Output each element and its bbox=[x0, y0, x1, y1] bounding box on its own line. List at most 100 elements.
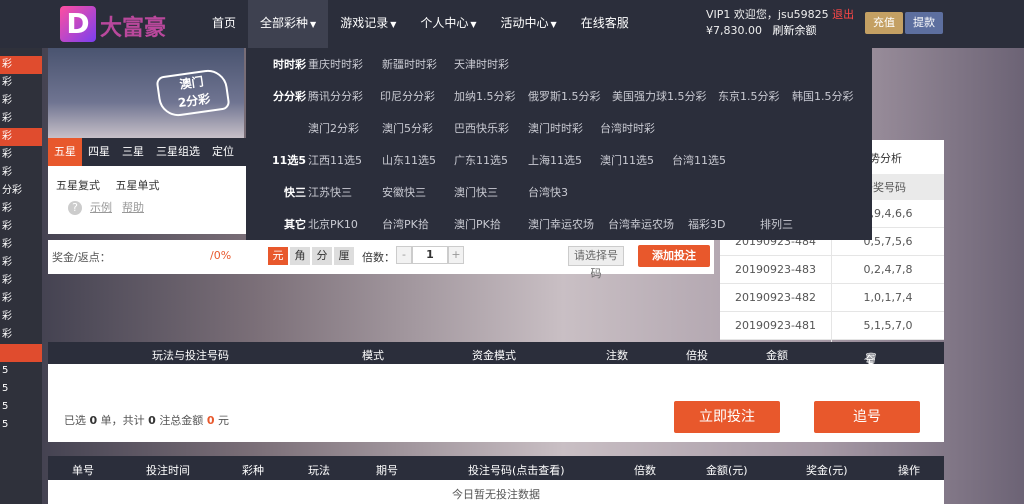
unit-li-button[interactable]: 厘 bbox=[334, 247, 354, 265]
lottery-link[interactable]: 澳门时时彩 bbox=[528, 120, 583, 136]
bet-summary: 已选 0 单，共计 0 注总金额 0 元 bbox=[64, 414, 229, 427]
lottery-link[interactable]: 重庆时时彩 bbox=[308, 56, 363, 72]
sidebar-item[interactable]: 5 bbox=[0, 398, 42, 416]
sidebar-item[interactable]: 彩 bbox=[0, 272, 42, 290]
chase-number-button[interactable]: 追号 bbox=[814, 401, 920, 433]
tab-position[interactable]: 定位 bbox=[206, 138, 240, 166]
tab-five-star[interactable]: 五星 bbox=[48, 138, 82, 166]
sidebar-item[interactable]: 5 bbox=[0, 362, 42, 380]
lottery-link[interactable]: 台湾时时彩 bbox=[600, 120, 655, 136]
lottery-link[interactable]: 台湾11选5 bbox=[672, 152, 726, 168]
lottery-link[interactable]: 澳门2分彩 bbox=[308, 120, 359, 136]
nav-personal-center[interactable]: 个人中心 ▼ bbox=[408, 0, 488, 48]
lottery-link[interactable]: 澳门5分彩 bbox=[382, 120, 433, 136]
play-tabs: 五星 四星 三星 三星组选 定位 bbox=[48, 138, 246, 166]
lottery-link[interactable]: 东京1.5分彩 bbox=[718, 88, 780, 104]
sidebar-item[interactable]: 彩 bbox=[0, 326, 42, 344]
question-icon: ? bbox=[68, 201, 82, 215]
tab-three-star-group[interactable]: 三星组选 bbox=[150, 138, 206, 166]
sidebar-item[interactable]: 5 bbox=[0, 380, 42, 398]
result-row: 20190923-483 0,2,4,7,8 bbox=[720, 256, 944, 291]
empty-message: 今日暂无投注数据 bbox=[452, 488, 540, 501]
lottery-link[interactable]: 美国强力球1.5分彩 bbox=[612, 88, 707, 104]
sidebar-item[interactable]: 分彩 bbox=[0, 182, 42, 200]
nav-all-lotteries[interactable]: 全部彩种 ▼ bbox=[248, 0, 329, 48]
nav-home[interactable]: 首页 bbox=[200, 0, 248, 48]
balance: ¥7,830.00 bbox=[706, 24, 762, 37]
logo-mark: D bbox=[60, 6, 96, 42]
sidebar-item[interactable]: 彩 bbox=[0, 308, 42, 326]
lottery-link[interactable]: 澳门幸运农场 bbox=[528, 216, 594, 232]
lottery-link[interactable]: 排列三 bbox=[760, 216, 793, 232]
sidebar-item[interactable]: 彩 bbox=[0, 164, 42, 182]
submit-bet-button[interactable]: 立即投注 bbox=[674, 401, 780, 433]
sidebar-item[interactable]: 5 bbox=[0, 416, 42, 434]
subtype-five-star-single[interactable]: 五星单式 bbox=[116, 179, 160, 192]
lottery-link[interactable]: 澳门快三 bbox=[454, 184, 498, 200]
sidebar-item[interactable]: 彩 bbox=[0, 200, 42, 218]
lottery-link[interactable]: 江西11选5 bbox=[308, 152, 362, 168]
unit-yuan-button[interactable]: 元 bbox=[268, 247, 288, 265]
lottery-link[interactable]: 江苏快三 bbox=[308, 184, 352, 200]
help-link[interactable]: 帮助 bbox=[122, 201, 144, 214]
lottery-link[interactable]: 韩国1.5分彩 bbox=[792, 88, 854, 104]
orders-header: 单号 投注时间 彩种 玩法 期号 投注号码(点击查看) 倍数 金额(元) 奖金(… bbox=[48, 456, 944, 480]
times-input[interactable]: 1 bbox=[412, 246, 448, 264]
sidebar-item[interactable]: 彩 bbox=[0, 146, 42, 164]
orders-list: 今日暂无投注数据 bbox=[48, 480, 944, 504]
sidebar-item[interactable]: 彩 bbox=[0, 290, 42, 308]
lottery-link[interactable]: 台湾PK拾 bbox=[382, 216, 429, 232]
lottery-link[interactable]: 澳门PK拾 bbox=[454, 216, 501, 232]
refresh-balance-link[interactable]: 刷新余额 bbox=[772, 24, 816, 37]
tab-four-star[interactable]: 四星 bbox=[82, 138, 116, 166]
site-logo[interactable]: D 大富豪 bbox=[60, 6, 190, 42]
sidebar-item[interactable]: 彩 bbox=[0, 218, 42, 236]
sidebar-item[interactable]: 彩 bbox=[0, 254, 42, 272]
lottery-link[interactable]: 台湾快3 bbox=[528, 184, 568, 200]
lottery-link[interactable]: 安徽快三 bbox=[382, 184, 426, 200]
lottery-link[interactable]: 天津时时彩 bbox=[454, 56, 509, 72]
example-link[interactable]: 示例 bbox=[90, 201, 112, 214]
prize-label: 奖金/返点： bbox=[52, 251, 111, 264]
username: jsu59825 bbox=[777, 8, 829, 21]
result-row: 20190923-481 5,1,5,7,0 bbox=[720, 312, 944, 347]
lottery-link[interactable]: 加纳1.5分彩 bbox=[454, 88, 516, 104]
lottery-link[interactable]: 巴西快乐彩 bbox=[454, 120, 509, 136]
lottery-link[interactable]: 腾讯分分彩 bbox=[308, 88, 363, 104]
sidebar-item[interactable]: 彩 bbox=[0, 110, 42, 128]
subtype-five-star-compound[interactable]: 五星复式 bbox=[56, 179, 100, 192]
prize-value: /0% bbox=[210, 249, 232, 262]
lottery-link[interactable]: 福彩3D bbox=[688, 216, 725, 232]
unit-fen-button[interactable]: 分 bbox=[312, 247, 332, 265]
nav-online-service[interactable]: 在线客服 bbox=[569, 0, 641, 48]
increment-button[interactable]: + bbox=[448, 246, 464, 264]
nav-game-records[interactable]: 游戏记录 ▼ bbox=[328, 0, 408, 48]
lottery-link[interactable]: 台湾幸运农场 bbox=[608, 216, 674, 232]
sidebar-item[interactable]: 彩 bbox=[0, 92, 42, 110]
sidebar-item[interactable]: 彩 bbox=[0, 74, 42, 92]
lottery-link[interactable]: 北京PK10 bbox=[308, 216, 358, 232]
group-label: 快三 bbox=[284, 186, 306, 199]
play-subtypes: 五星复式 五星单式 bbox=[56, 177, 172, 193]
lottery-link[interactable]: 俄罗斯1.5分彩 bbox=[528, 88, 601, 104]
lottery-link[interactable]: 澳门11选5 bbox=[600, 152, 654, 168]
recharge-button[interactable]: 充值 bbox=[865, 12, 903, 34]
sidebar-item[interactable] bbox=[0, 344, 42, 362]
decrement-button[interactable]: - bbox=[396, 246, 412, 264]
lottery-link[interactable]: 山东11选5 bbox=[382, 152, 436, 168]
sidebar-item[interactable]: 彩 bbox=[0, 56, 42, 74]
nav-activity-center[interactable]: 活动中心 ▼ bbox=[489, 0, 569, 48]
choose-number-button[interactable]: 请选择号码 bbox=[568, 246, 624, 280]
sidebar-item[interactable]: 彩 bbox=[0, 236, 42, 254]
sidebar-item[interactable]: 彩 bbox=[0, 128, 42, 146]
lottery-link[interactable]: 上海11选5 bbox=[528, 152, 582, 168]
add-bet-button[interactable]: 添加投注 bbox=[638, 245, 710, 267]
user-info: VIP1 欢迎您，jsu59825 退出 ¥7,830.00 刷新余额 bbox=[706, 7, 854, 39]
withdraw-button[interactable]: 提款 bbox=[905, 12, 943, 34]
logout-link[interactable]: 退出 bbox=[832, 8, 854, 21]
unit-jiao-button[interactable]: 角 bbox=[290, 247, 310, 265]
lottery-link[interactable]: 印尼分分彩 bbox=[380, 88, 435, 104]
lottery-link[interactable]: 新疆时时彩 bbox=[382, 56, 437, 72]
lottery-link[interactable]: 广东11选5 bbox=[454, 152, 508, 168]
tab-three-star[interactable]: 三星 bbox=[116, 138, 150, 166]
